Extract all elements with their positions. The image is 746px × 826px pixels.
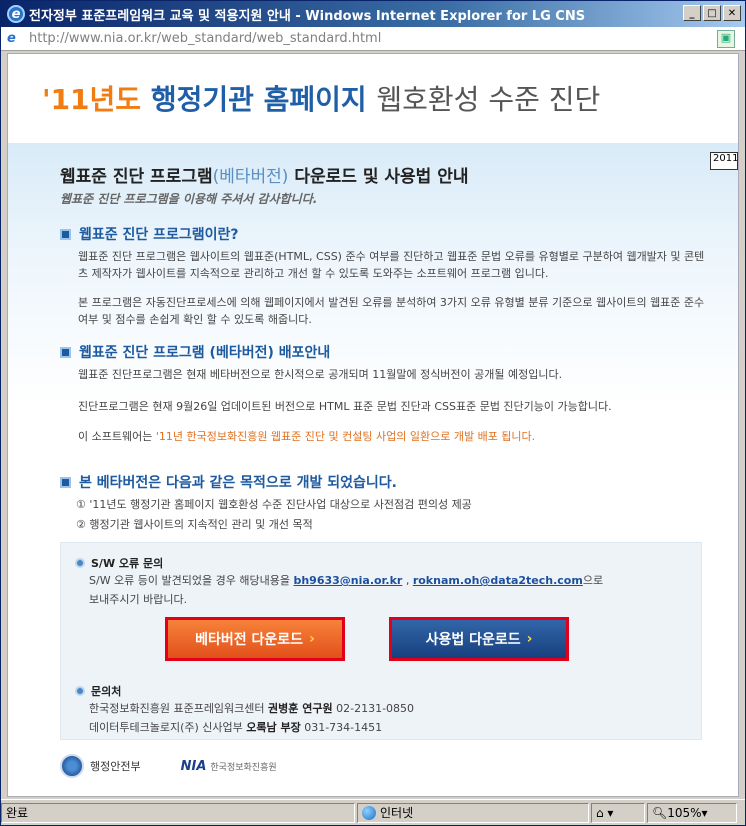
page-subtitle: 웹표준 진단 프로그램을 이용해 주셔서 감사합니다. [60,192,318,206]
heading-beta: (베타버전) [212,167,289,187]
button-label: 사용법 다운로드 [425,632,521,648]
contact1-person: 권병훈 연구원 [268,702,333,715]
zoom-value: 105% [667,805,702,820]
heading-b: 다운로드 및 사용법 안내 [294,167,469,187]
page-footer: 행정안전부 NIA 한국정보화진흥원 [60,754,277,778]
government-emblem-icon [60,754,84,778]
email-link-2[interactable]: roknam.oh@data2tech.com [413,574,583,587]
chevron-right-icon: › [526,631,533,647]
contact-info: 한국정보화진흥원 표준프레임워크센터 권병훈 연구원 02-2131-0850 … [89,699,414,737]
download-box: S/W 오류 문의 S/W 오류 등이 발견되었을 경우 해당내용을 bh963… [60,542,702,740]
title-rest: 웹호환성 수준 진단 [376,83,601,116]
contact1-org: 한국정보화진흥원 표준프레임워크센터 [89,702,265,715]
sw-inquiry-heading: S/W 오류 문의 [75,555,163,571]
page-heading: 웹표준 진단 프로그램(베타버전) 다운로드 및 사용법 안내 [60,162,469,187]
heading-a: 웹표준 진단 프로그램 [60,167,213,187]
section2-paragraph-1: 웹표준 진단프로그램은 현재 베타버전으로 한시적으로 공개되며 11월말에 정… [78,368,563,381]
page-content: '11년도 행정기관 홈페이지 웹호환성 수준 진단 2011 웹표준 진단 프… [7,53,739,797]
nia-subtext: 한국정보화진흥원 [210,762,277,773]
beta-download-button[interactable]: 베타버전 다운로드 › [165,617,345,661]
contact-heading: 문의처 [75,683,121,699]
logo1-text: 행정안전부 [90,760,141,773]
zoom-control[interactable]: 🔍︎ 105% ▾ [647,802,737,823]
highlight-text: '11년 한국정보화진흥원 웹표준 진단 및 컨설팅 사업의 일환으로 개발 배… [155,430,536,443]
page-icon: e [7,30,16,46]
sw-text-c: 보내주시기 바랍니다. [89,593,188,606]
page-image-icon[interactable]: ▣ [717,30,735,48]
title-main: 행정기관 홈페이지 [150,83,367,116]
bullet-square-icon [60,228,71,240]
chevron-right-icon: › [309,631,315,647]
section-title: 웹표준 진단 프로그램 (베타버전) 배포안내 [79,345,331,361]
section1-paragraph-2: 본 프로그램은 자동진단프로세스에 의해 웹페이지에서 발견된 오류를 분석하여… [78,296,705,326]
contact1-phone: 02-2131-0850 [336,702,415,715]
zoom-icon: 🔍︎ [652,805,668,820]
window-controls: _ □ ✕ [683,5,741,21]
section-heading-1: 웹표준 진단 프로그램이란? [60,224,239,244]
sw-inquiry-text: S/W 오류 등이 발견되었을 경우 해당내용을 bh9633@nia.or.k… [89,571,603,609]
section2-paragraph-3: 이 소프트웨어는 '11년 한국정보화진흥원 웹표준 진단 및 컨설팅 사업의 … [78,428,708,445]
title-year: '11년도 [42,83,142,116]
page-title: '11년도 행정기관 홈페이지 웹호환성 수준 진단 [42,78,600,118]
chevron-down-icon: ▾ [701,805,708,820]
contact-title: 문의처 [91,685,122,698]
bullet-square-icon [60,346,71,358]
page-header: '11년도 행정기관 홈페이지 웹호환성 수준 진단 [8,54,738,144]
section-heading-3: 본 베타버전은 다음과 같은 목적으로 개발 되었습니다. [60,472,397,492]
purpose-item-1: ① '11년도 행정기관 홈페이지 웹호환성 수준 진단사업 대상으로 사전점검… [76,498,472,511]
mopas-logo: 행정안전부 [60,754,141,778]
paragraph-text: 이 소프트웨어는 [78,430,153,443]
browser-window: e 전자정부 표준프레임워크 교육 및 적용지원 안내 - Windows In… [0,0,746,826]
bullet-square-icon [60,476,71,488]
contact2-org: 데이터투테크놀로지(주) 신사업부 [89,721,243,734]
sw-text-b: 으로 [582,574,604,587]
button-label: 베타버전 다운로드 [195,632,304,648]
status-text: 완료 [1,802,355,823]
bullet-circle-icon [75,686,85,696]
window-title: 전자정부 표준프레임워크 교육 및 적용지원 안내 - Windows Inte… [29,8,586,24]
section-heading-2: 웹표준 진단 프로그램 (베타버전) 배포안내 [60,342,330,362]
sw-text-a: S/W 오류 등이 발견되었을 경우 해당내용을 [89,574,290,587]
bullet-circle-icon [75,558,85,568]
title-bar: e 전자정부 표준프레임워크 교육 및 적용지원 안내 - Windows In… [1,1,745,27]
nia-text: NIA [180,758,207,774]
section-title: 본 베타버전은 다음과 같은 목적으로 개발 되었습니다. [79,475,397,491]
security-zone: 인터넷 [357,802,589,823]
close-button[interactable]: ✕ [723,5,741,21]
contact2-person: 오록남 부장 [246,721,301,734]
sw-inquiry-title: S/W 오류 문의 [91,557,164,570]
email-link-1[interactable]: bh9633@nia.or.kr [293,574,402,587]
minimize-button[interactable]: _ [683,5,701,21]
globe-icon [362,805,376,820]
protected-mode-icon[interactable]: ⌂ ▾ [591,802,645,823]
nia-logo: NIA 한국정보화진흥원 [181,759,277,774]
year-tab[interactable]: 2011 [710,152,738,170]
zone-label: 인터넷 [380,806,414,820]
ie-logo-icon: e [7,5,25,23]
address-bar[interactable]: e http://www.nia.or.kr/web_standard/web_… [1,27,745,51]
section1-paragraph-1: 웹표준 진단 프로그램은 웹사이트의 웹표준(HTML, CSS) 준수 여부를… [78,250,705,280]
address-url[interactable]: http://www.nia.or.kr/web_standard/web_st… [29,31,381,46]
purpose-item-2: ② 행정기관 웹사이트의 지속적인 관리 및 개선 목적 [76,518,313,531]
status-bar: 완료 인터넷 ⌂ ▾ 🔍︎ 105% ▾ [1,799,745,825]
maximize-button[interactable]: □ [703,5,721,21]
guide-download-button[interactable]: 사용법 다운로드 › [389,617,569,661]
contact2-phone: 031-734-1451 [304,721,383,734]
section2-paragraph-2: 진단프로그램은 현재 9월26일 업데이트된 버전으로 HTML 표준 문법 진… [78,400,612,413]
separator: , [405,574,410,587]
section-title: 웹표준 진단 프로그램이란? [79,227,239,243]
